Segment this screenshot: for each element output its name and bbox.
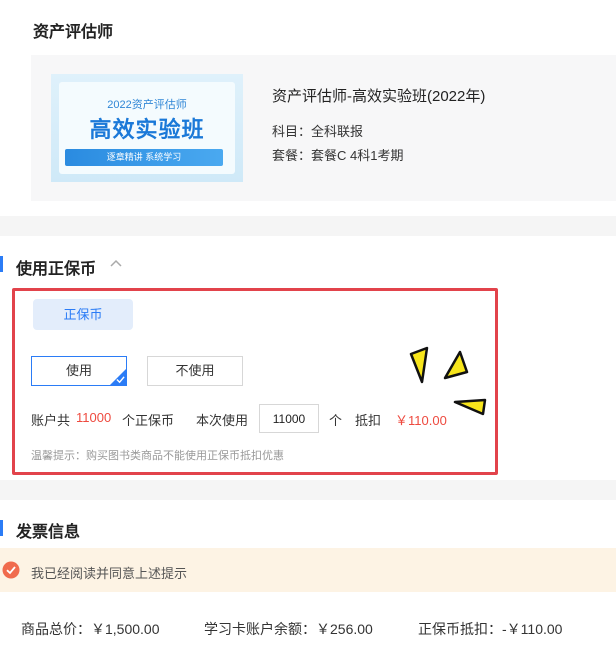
agree-row[interactable]: 我已经阅读并同意上述提示: [0, 548, 616, 592]
unit-label: 个: [329, 413, 343, 428]
product-box: 2022资产评估师 高效实验班 逐章精讲 系统学习 资产评估师-高效实验班(20…: [31, 55, 616, 201]
this-use-label: 本次使用: [196, 413, 249, 428]
thumbnail-title: 高效实验班: [89, 117, 205, 142]
tab-coin[interactable]: 正保币: [33, 299, 133, 330]
course-card: 资产评估师 2022资产评估师 高效实验班 逐章精讲 系统学习 资产评估师-高效…: [0, 0, 616, 216]
deduct-amount: ￥110.00: [395, 413, 447, 428]
product-subject: 科目：全科联报: [272, 124, 364, 139]
check-circle-icon[interactable]: [2, 561, 20, 579]
no-use-coin-button[interactable]: 不使用: [147, 356, 243, 386]
invoice-section-title: 发票信息: [16, 524, 81, 541]
product-thumbnail[interactable]: 2022资产评估师 高效实验班 逐章精讲 系统学习: [51, 74, 243, 182]
deduct-label: 抵扣: [355, 413, 382, 428]
agree-text: 我已经阅读并同意上述提示: [31, 566, 188, 581]
coin-tip: 温馨提示：购买图书类商品不能使用正保币抵扣优惠: [31, 450, 284, 462]
account-suffix: 个正保币: [122, 413, 175, 428]
coin-section-title: 使用正保币: [16, 261, 97, 278]
card-balance: 学习卡账户余额：￥256.00: [204, 621, 373, 637]
coin-quantity-input[interactable]: [259, 404, 319, 433]
thumbnail-strip: 逐章精讲 系统学习: [65, 149, 223, 166]
account-prefix: 账户共: [31, 413, 71, 428]
chevron-up-icon[interactable]: [110, 258, 122, 270]
course-section-title: 资产评估师: [33, 24, 114, 41]
section-accent-bar: [0, 256, 3, 272]
thumbnail-card: 2022资产评估师 高效实验班 逐章精讲 系统学习: [59, 82, 235, 174]
check-icon: [116, 376, 125, 384]
section-accent-bar: [0, 520, 3, 536]
use-coin-label: 使用: [65, 363, 92, 378]
use-coin-button[interactable]: 使用: [31, 356, 127, 386]
product-package: 套餐：套餐C 4科1考期: [272, 148, 404, 163]
thumbnail-year-text: 2022资产评估师: [107, 99, 187, 111]
total-price: 商品总价：￥1,500.00: [21, 621, 160, 637]
account-amount: 11000: [76, 410, 112, 425]
coin-card: 使用正保币 正保币 使用 不使用 账户共 11000 个正保币 本次使用 个 抵…: [0, 236, 616, 480]
product-name: 资产评估师-高效实验班(2022年): [272, 88, 486, 105]
invoice-card: 发票信息 我已经阅读并同意上述提示 商品总价：￥1,500.00 学习卡账户余额…: [0, 500, 616, 665]
coin-deduct-summary: 正保币抵扣：-￥110.00: [418, 621, 563, 637]
